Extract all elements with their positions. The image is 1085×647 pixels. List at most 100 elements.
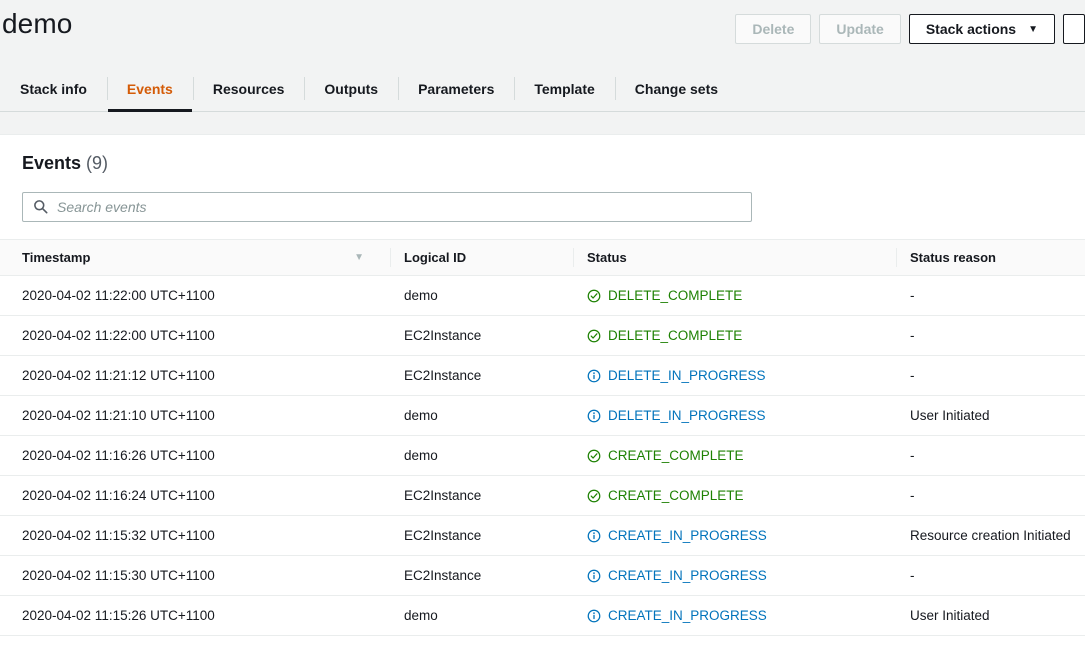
status-badge: CREATE_IN_PROGRESS xyxy=(587,528,896,543)
delete-button[interactable]: Delete xyxy=(735,14,812,44)
cell-logical-id: EC2Instance xyxy=(390,355,573,396)
cell-status-reason: Resource creation Initiated xyxy=(896,515,1085,556)
cell-status-reason: - xyxy=(896,435,1085,476)
status-label: CREATE_IN_PROGRESS xyxy=(608,528,767,543)
events-table: Timestamp ▼ Logical ID Status Status rea… xyxy=(0,239,1085,636)
table-row[interactable]: 2020-04-02 11:21:10 UTC+1100 demo DELETE_I… xyxy=(0,395,1085,436)
cell-status: CREATE_COMPLETE xyxy=(573,435,896,476)
cell-status: CREATE_IN_PROGRESS xyxy=(573,515,896,556)
info-circle-icon xyxy=(587,409,601,423)
cell-logical-id: demo xyxy=(390,435,573,476)
status-label: CREATE_COMPLETE xyxy=(608,448,744,463)
table-row[interactable]: 2020-04-02 11:16:24 UTC+1100 EC2Instance C… xyxy=(0,475,1085,516)
info-circle-icon xyxy=(587,529,601,543)
status-label: DELETE_COMPLETE xyxy=(608,288,743,303)
cell-status-reason: - xyxy=(896,355,1085,396)
table-row[interactable]: 2020-04-02 11:22:00 UTC+1100 EC2Instance D… xyxy=(0,315,1085,356)
cell-status-reason: - xyxy=(896,275,1085,316)
cell-timestamp: 2020-04-02 11:22:00 UTC+1100 xyxy=(0,315,390,356)
cell-timestamp: 2020-04-02 11:21:12 UTC+1100 xyxy=(0,355,390,396)
cell-logical-id: EC2Instance xyxy=(390,515,573,556)
search-events-wrap xyxy=(22,192,752,222)
status-label: DELETE_COMPLETE xyxy=(608,328,743,343)
status-badge: CREATE_IN_PROGRESS xyxy=(587,568,896,583)
update-button[interactable]: Update xyxy=(819,14,901,44)
check-circle-icon xyxy=(587,289,601,303)
cell-timestamp: 2020-04-02 11:15:26 UTC+1100 xyxy=(0,595,390,636)
column-header-timestamp-label: Timestamp xyxy=(22,250,91,265)
cell-timestamp: 2020-04-02 11:15:30 UTC+1100 xyxy=(0,555,390,596)
table-row[interactable]: 2020-04-02 11:15:30 UTC+1100 EC2Instance C… xyxy=(0,555,1085,596)
cell-status: CREATE_COMPLETE xyxy=(573,475,896,516)
cell-status-reason: User Initiated xyxy=(896,395,1085,436)
status-badge: CREATE_COMPLETE xyxy=(587,448,896,463)
status-badge: DELETE_IN_PROGRESS xyxy=(587,368,896,383)
search-events-input[interactable] xyxy=(22,192,752,222)
status-badge: CREATE_COMPLETE xyxy=(587,488,896,503)
table-row[interactable]: 2020-04-02 11:22:00 UTC+1100 demo DELETE_C… xyxy=(0,275,1085,316)
tab-parameters[interactable]: Parameters xyxy=(398,66,514,111)
column-header-status[interactable]: Status xyxy=(573,239,896,276)
events-count: (9) xyxy=(86,153,109,173)
tab-events[interactable]: Events xyxy=(106,66,193,112)
status-label: DELETE_IN_PROGRESS xyxy=(608,368,766,383)
column-header-status-reason[interactable]: Status reason xyxy=(896,239,1085,276)
header-actions: Delete Update Stack actions ▼ xyxy=(735,14,1085,44)
status-badge: CREATE_IN_PROGRESS xyxy=(587,608,896,623)
cell-status-reason: - xyxy=(896,555,1085,596)
cell-timestamp: 2020-04-02 11:15:32 UTC+1100 xyxy=(0,515,390,556)
cell-logical-id: demo xyxy=(390,395,573,436)
cell-logical-id: EC2Instance xyxy=(390,475,573,516)
status-label: DELETE_IN_PROGRESS xyxy=(608,408,766,423)
chevron-down-icon: ▼ xyxy=(1028,24,1038,35)
status-badge: DELETE_COMPLETE xyxy=(587,288,896,303)
cell-status: DELETE_COMPLETE xyxy=(573,275,896,316)
cell-status: DELETE_IN_PROGRESS xyxy=(573,395,896,436)
cell-logical-id: EC2Instance xyxy=(390,315,573,356)
tab-stack-info[interactable]: Stack info xyxy=(0,66,107,111)
column-header-timestamp[interactable]: Timestamp ▼ xyxy=(0,239,390,276)
cell-status-reason: - xyxy=(896,475,1085,516)
table-header-row: Timestamp ▼ Logical ID Status Status rea… xyxy=(0,239,1085,276)
cell-status: DELETE_COMPLETE xyxy=(573,315,896,356)
cell-status-reason: - xyxy=(896,315,1085,356)
content-gap xyxy=(0,112,1085,135)
check-circle-icon xyxy=(587,329,601,343)
status-label: CREATE_IN_PROGRESS xyxy=(608,568,767,583)
table-row[interactable]: 2020-04-02 11:21:12 UTC+1100 EC2Instance D… xyxy=(0,355,1085,396)
column-header-logical-id[interactable]: Logical ID xyxy=(390,239,573,276)
cell-status: CREATE_IN_PROGRESS xyxy=(573,595,896,636)
events-panel: Events (9) Timestamp xyxy=(0,135,1085,647)
page-title: demo xyxy=(2,8,73,39)
check-circle-icon xyxy=(587,489,601,503)
tab-resources[interactable]: Resources xyxy=(192,66,305,111)
cell-logical-id: demo xyxy=(390,275,573,316)
info-circle-icon xyxy=(587,609,601,623)
cell-status-reason: User Initiated xyxy=(896,595,1085,636)
stack-actions-label: Stack actions xyxy=(925,21,1017,37)
cell-timestamp: 2020-04-02 11:16:26 UTC+1100 xyxy=(0,435,390,476)
page-header: demo Delete Update Stack actions ▼ xyxy=(0,0,1085,66)
status-badge: DELETE_IN_PROGRESS xyxy=(587,408,896,423)
cell-timestamp: 2020-04-02 11:16:24 UTC+1100 xyxy=(0,475,390,516)
overflow-button-cutoff[interactable] xyxy=(1063,14,1085,44)
info-circle-icon xyxy=(587,369,601,383)
cell-logical-id: EC2Instance xyxy=(390,555,573,596)
cell-status: CREATE_IN_PROGRESS xyxy=(573,555,896,596)
table-row[interactable]: 2020-04-02 11:16:26 UTC+1100 demo CREATE_C… xyxy=(0,435,1085,476)
status-label: CREATE_IN_PROGRESS xyxy=(608,608,767,623)
status-badge: DELETE_COMPLETE xyxy=(587,328,896,343)
table-row[interactable]: 2020-04-02 11:15:32 UTC+1100 EC2Instance C… xyxy=(0,515,1085,556)
tab-template[interactable]: Template xyxy=(514,66,614,111)
cell-status: DELETE_IN_PROGRESS xyxy=(573,355,896,396)
table-row[interactable]: 2020-04-02 11:15:26 UTC+1100 demo CREATE_I… xyxy=(0,595,1085,636)
check-circle-icon xyxy=(587,449,601,463)
tab-outputs[interactable]: Outputs xyxy=(304,66,398,111)
cell-logical-id: demo xyxy=(390,595,573,636)
events-heading: Events (9) xyxy=(22,153,1065,174)
events-heading-label: Events xyxy=(22,153,82,173)
cell-timestamp: 2020-04-02 11:22:00 UTC+1100 xyxy=(0,275,390,316)
stack-actions-button[interactable]: Stack actions ▼ xyxy=(908,14,1055,44)
tab-change-sets[interactable]: Change sets xyxy=(614,66,738,111)
info-circle-icon xyxy=(587,569,601,583)
